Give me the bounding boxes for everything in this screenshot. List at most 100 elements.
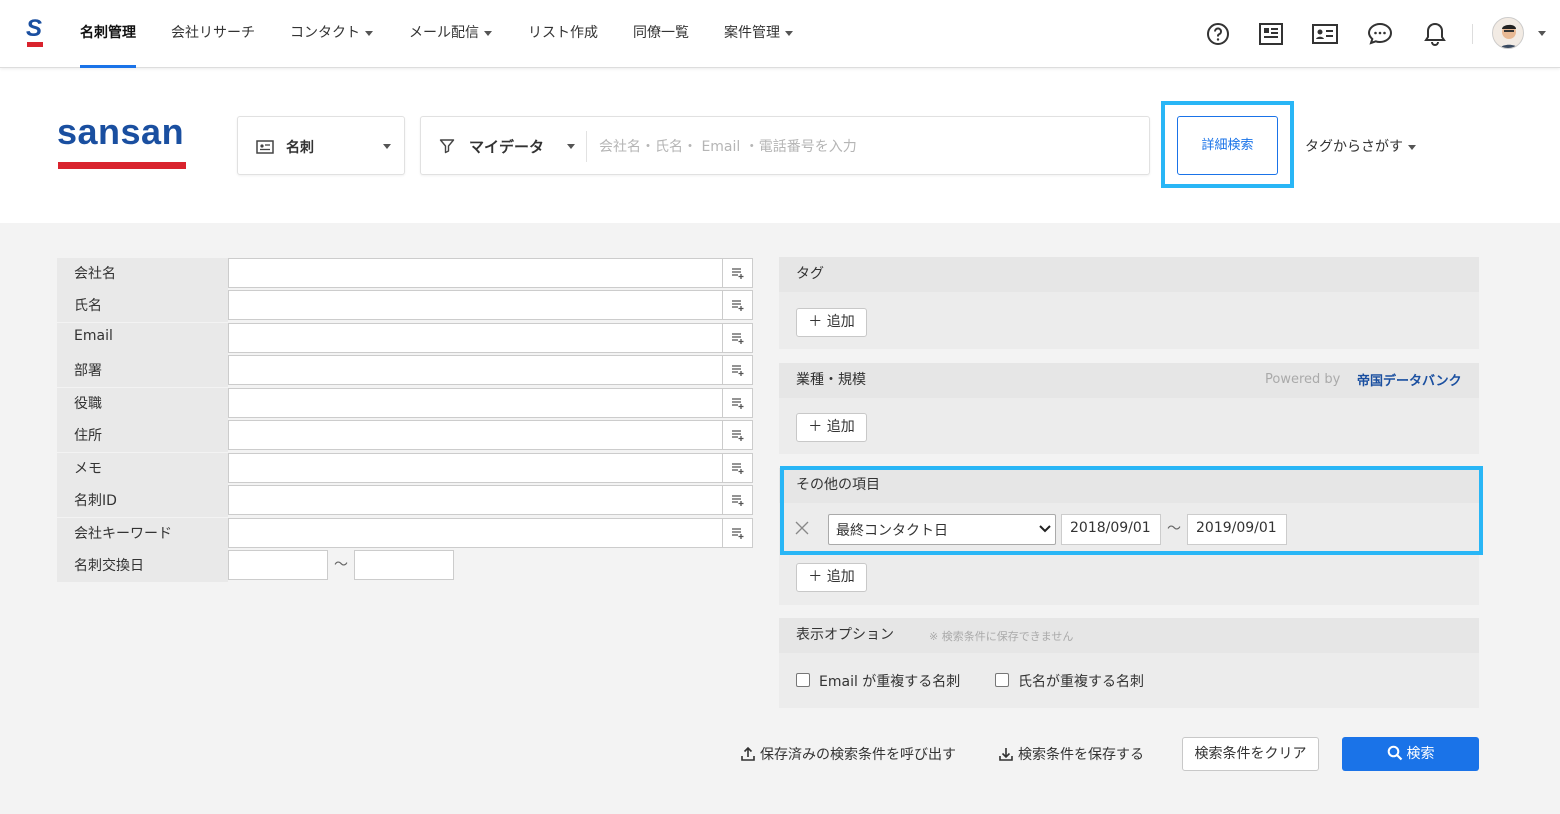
list-add-icon [732, 430, 744, 441]
company-name-input[interactable] [228, 258, 753, 288]
nav-item-contact[interactable]: コンタクト [290, 22, 373, 42]
caret-down-icon [365, 30, 373, 36]
person-name-input[interactable] [228, 290, 753, 320]
upload-icon [741, 746, 755, 761]
nav-item-list[interactable]: リスト作成 [528, 22, 598, 42]
section-title: 業種・規模 [796, 372, 866, 388]
caret-down-icon[interactable] [1538, 31, 1546, 36]
search-separator [586, 131, 587, 162]
field-label: 名刺ID [74, 493, 117, 509]
range-separator: 〜 [334, 557, 348, 573]
nav-item-mail[interactable]: メール配信 [409, 22, 492, 42]
tag-search-dropdown[interactable]: タグからさがす [1305, 136, 1416, 156]
list-picker-button[interactable] [722, 389, 753, 417]
field-label: 氏名 [74, 298, 102, 314]
nav-item-colleagues[interactable]: 同僚一覧 [633, 22, 689, 42]
company-keyword-input[interactable] [228, 518, 753, 548]
form-row-name: 氏名 [57, 290, 754, 322]
display-options-header: 表示オプション ※ 検索条件に保存できません [779, 618, 1479, 653]
list-add-icon [732, 333, 744, 344]
field-label: 部署 [74, 363, 102, 379]
download-icon [999, 748, 1013, 761]
nav-label: コンタクト [290, 25, 360, 41]
list-picker-button[interactable] [722, 324, 753, 352]
add-tag-button[interactable]: ＋ 追加 [796, 308, 867, 337]
dup-email-checkbox[interactable] [796, 673, 810, 687]
save-conditions-link[interactable]: 検索条件を保存する [998, 744, 1144, 764]
nav-item-card-management[interactable]: 名刺管理 [80, 22, 136, 42]
chat-icon[interactable] [1366, 20, 1394, 48]
list-picker-button[interactable] [722, 291, 753, 319]
field-label: 会社名 [74, 266, 116, 282]
caret-down-icon [785, 30, 793, 36]
field-label: 住所 [74, 428, 102, 444]
user-photo-icon [1493, 18, 1523, 48]
nav-item-company-research[interactable]: 会社リサーチ [171, 22, 255, 42]
list-add-icon [732, 528, 744, 539]
card-icon [256, 140, 274, 154]
dup-name-label[interactable]: 氏名が重複する名刺 [1018, 671, 1144, 691]
field-label: 会社キーワード [74, 526, 172, 542]
list-picker-button[interactable] [722, 421, 753, 449]
help-icon[interactable] [1204, 20, 1232, 48]
list-picker-button[interactable] [722, 356, 753, 384]
news-icon[interactable] [1257, 20, 1285, 48]
search-button-label: 検索 [1406, 746, 1435, 762]
email-input[interactable] [228, 323, 753, 353]
address-input[interactable] [228, 420, 753, 450]
nav-label: 同僚一覧 [633, 25, 689, 41]
list-picker-button[interactable] [722, 454, 753, 482]
action-label: 保存済みの検索条件を呼び出す [760, 747, 956, 763]
exchange-date-from-input[interactable] [228, 550, 328, 580]
list-picker-button[interactable] [722, 486, 753, 514]
memo-input[interactable] [228, 453, 753, 483]
sansan-brand-logo[interactable]: sansan [57, 114, 184, 150]
nav-divider [1472, 24, 1473, 44]
top-navigation: S 名刺管理 会社リサーチ コンタクト メール配信 リスト作成 同僚一覧 案件管… [0, 0, 1560, 68]
field-label: メモ [74, 461, 102, 477]
action-label: 検索条件を保存する [1018, 747, 1144, 763]
nav-item-deals[interactable]: 案件管理 [724, 22, 793, 42]
industry-section-header: 業種・規模 Powered by 帝国データバンク [779, 363, 1479, 398]
detail-search-button[interactable]: 詳細検索 [1177, 116, 1278, 175]
keyword-search-input[interactable] [599, 131, 1129, 163]
search-type-label: 名刺 [286, 140, 314, 156]
dup-name-checkbox[interactable] [995, 673, 1009, 687]
form-row-memo: メモ [57, 453, 754, 485]
scope-select[interactable]: マイデータ [469, 136, 544, 157]
search-type-select[interactable]: 名刺 [237, 116, 405, 175]
caret-down-icon [383, 144, 391, 149]
form-row-company: 会社名 [57, 258, 754, 290]
form-row-department: 部署 [57, 355, 754, 387]
add-industry-button[interactable]: ＋ 追加 [796, 413, 867, 442]
load-saved-conditions-link[interactable]: 保存済みの検索条件を呼び出す [740, 744, 956, 764]
list-picker-button[interactable] [722, 259, 753, 287]
form-row-address: 住所 [57, 420, 754, 452]
form-row-email: Email [57, 323, 754, 355]
section-title: 表示オプション [796, 627, 894, 643]
field-label: 役職 [74, 396, 102, 412]
list-add-icon [732, 463, 744, 474]
business-card-icon[interactable] [1311, 20, 1339, 48]
caret-down-icon[interactable] [567, 144, 575, 149]
bell-icon[interactable] [1421, 20, 1449, 48]
clear-conditions-button[interactable]: 検索条件をクリア [1182, 737, 1319, 771]
field-label: 名刺交換日 [74, 558, 144, 574]
user-avatar[interactable] [1492, 17, 1524, 49]
job-title-input[interactable] [228, 388, 753, 418]
field-label: Email [74, 328, 113, 344]
sansan-logo-icon[interactable]: S [26, 17, 42, 41]
tdb-logo: 帝国データバンク [1357, 374, 1462, 389]
dup-email-label[interactable]: Email が重複する名刺 [819, 671, 960, 691]
caret-down-icon [484, 30, 492, 36]
list-add-icon [732, 398, 744, 409]
caret-down-icon [1408, 144, 1416, 150]
search-button[interactable]: 検索 [1342, 737, 1479, 771]
add-other-condition-button[interactable]: ＋ 追加 [796, 563, 867, 592]
list-picker-button[interactable] [722, 519, 753, 547]
department-input[interactable] [228, 355, 753, 385]
nav-label: リスト作成 [528, 25, 598, 41]
tag-search-label: タグからさがす [1305, 139, 1403, 155]
card-id-input[interactable] [228, 485, 753, 515]
exchange-date-to-input[interactable] [354, 550, 454, 580]
